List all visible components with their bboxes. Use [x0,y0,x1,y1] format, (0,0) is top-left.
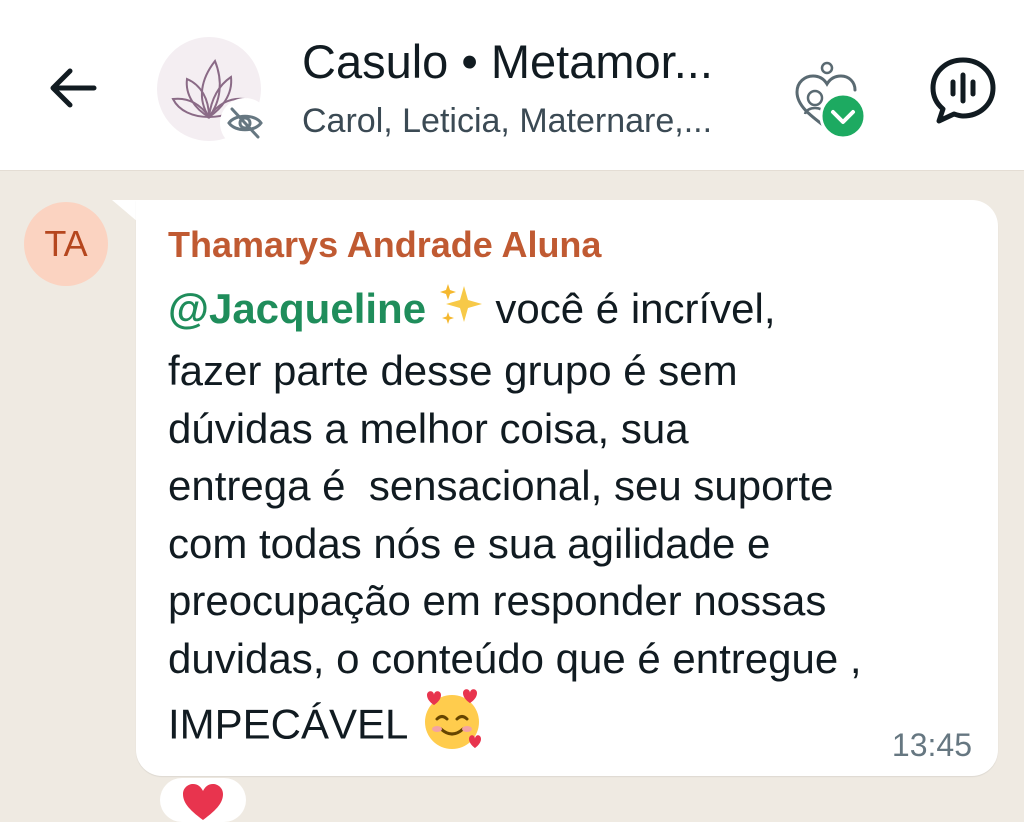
chat-title[interactable]: Casulo • Metamor... [302,34,752,89]
message-body: fazer parte desse grupo é sem dúvidas a … [168,347,862,748]
community-heart-icon [795,61,867,140]
chat-header: Casulo • Metamor... Carol, Leticia, Mate… [0,0,1024,171]
red-heart-emoji [183,784,223,820]
community-button[interactable] [783,58,873,142]
bubble-tail [112,200,138,222]
sender-avatar[interactable]: TA [24,202,108,286]
smiling-face-with-hearts-emoji [419,687,485,768]
sender-name[interactable]: Thamarys Andrade Aluna [168,224,601,266]
back-button[interactable] [40,55,106,121]
message-text: @Jacqueline você é incrível, fazer parte… [168,280,978,768]
chat-members[interactable]: Carol, Leticia, Maternare,... [302,102,752,141]
hidden-status-badge [220,98,270,148]
message-time: 13:45 [891,727,972,763]
mention-link[interactable]: @Jacqueline [168,285,426,332]
reaction-badge[interactable] [160,778,246,822]
message-first-line: você é incrível, [483,285,776,332]
arrow-left-icon [50,68,97,108]
voice-chat-button[interactable] [928,55,998,125]
voice-chat-icon [930,57,996,124]
message-bubble[interactable]: Thamarys Andrade Aluna @Jacqueline você … [136,200,998,776]
sparkles-emoji [438,282,484,343]
eye-off-icon [227,107,263,139]
